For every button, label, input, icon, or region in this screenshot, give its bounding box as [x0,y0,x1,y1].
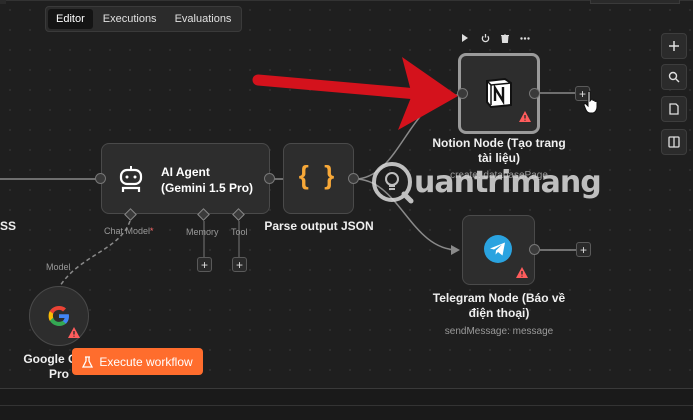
model-connector-label: Model [46,262,71,272]
warning-icon [516,267,528,278]
zoom-icon [668,71,680,83]
notion-node[interactable] [458,53,540,134]
parse-json-node[interactable]: { } [283,143,354,214]
warning-icon [68,327,80,338]
corner-tab-right [590,0,680,4]
corner-tab-left [0,0,6,4]
execute-workflow-label: Execute workflow [99,354,193,369]
google-gemini-node[interactable] [29,286,89,346]
telegram-node-label: Telegram Node (Báo về điện thoại) [432,291,566,320]
lightbulb-logo-icon [372,162,414,204]
ai-agent-output-port[interactable] [264,173,275,184]
more-icon[interactable] [520,33,530,43]
view-tabs: Editor Executions Evaluations [45,6,243,32]
notion-logo-icon [486,77,512,109]
play-icon[interactable] [460,33,470,43]
warning-icon [519,111,531,122]
add-memory-button[interactable]: + [197,257,212,272]
add-node-button[interactable] [661,33,687,59]
bottom-panel-divider [0,405,693,406]
watermark-text: uantrimang [414,164,602,200]
tab-executions[interactable]: Executions [95,9,165,29]
search-nodes-button[interactable] [661,64,687,90]
parse-json-output-port[interactable] [348,173,359,184]
add-tool-button[interactable]: + [232,257,247,272]
telegram-node[interactable] [462,215,535,285]
ai-agent-title: AI Agent [161,165,210,179]
notion-output-port[interactable] [529,88,540,99]
sticky-note-button[interactable] [661,96,687,122]
trash-icon[interactable] [500,33,510,43]
toggle-panel-button[interactable] [661,129,687,155]
ai-agent-node[interactable]: AI Agent (Gemini 1.5 Pro) [101,143,270,214]
bottom-panel [0,388,693,420]
telegram-add-next-button[interactable]: + [576,242,591,257]
tool-label: Tool [231,227,248,237]
plus-icon [669,41,679,51]
panel-icon [668,136,680,148]
flask-icon [82,355,94,368]
offscreen-node-label: SS [0,219,16,233]
ai-agent-subtitle: (Gemini 1.5 Pro) [161,181,254,195]
notion-input-port[interactable] [457,88,468,99]
robot-icon [119,166,143,192]
google-logo-icon [48,306,69,326]
power-icon[interactable] [480,33,490,43]
braces-icon: { } [298,160,339,190]
quantrimang-watermark: uantrimang [370,160,602,204]
telegram-operation: sendMessage: message [444,326,554,337]
telegram-output-port[interactable] [529,244,540,255]
ai-agent-input-port[interactable] [95,173,106,184]
tab-evaluations[interactable]: Evaluations [167,9,240,29]
telegram-logo-icon [484,235,512,263]
sticky-note-icon [669,103,679,115]
parse-json-label: Parse output JSON [264,219,374,233]
chat-model-label: Chat Model* [104,226,154,236]
node-action-bar [460,33,530,43]
tab-editor[interactable]: Editor [48,9,93,29]
execute-workflow-button[interactable]: Execute workflow [72,348,203,375]
memory-label: Memory [186,227,219,237]
hand-cursor-icon [583,90,598,114]
